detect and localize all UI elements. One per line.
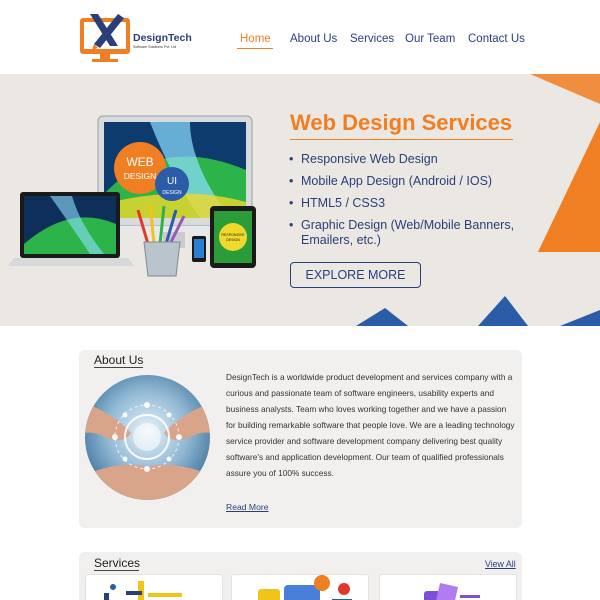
service-tile[interactable]	[85, 574, 223, 600]
service-tile[interactable]	[231, 574, 369, 600]
about-us-image	[85, 375, 210, 500]
ui-design-badge-icon: UI DESIGN	[155, 167, 189, 201]
decor-triangle-orange	[538, 122, 600, 252]
decor-triangle-blue-right	[478, 296, 528, 326]
hero-services-list: Responsive Web Design Mobile App Design …	[289, 152, 519, 255]
decor-triangle-blue-corner	[560, 310, 600, 326]
decor-triangle-orange-top	[530, 74, 600, 104]
svg-text:DESIGN: DESIGN	[162, 190, 182, 196]
services-heading: Services	[94, 556, 141, 570]
about-us-heading-rule	[94, 367, 143, 368]
service-illustration-icon	[258, 575, 352, 600]
service-illustration-icon	[424, 583, 480, 600]
decor-triangle-blue-left	[356, 308, 408, 326]
service-illustration-icon	[104, 581, 182, 600]
hero-bullet: Graphic Design (Web/Mobile Banners, Emai…	[289, 218, 519, 248]
hero-title-rule	[290, 139, 513, 140]
svg-text:RESPONSIVE: RESPONSIVE	[221, 233, 245, 237]
about-us-body: DesignTech is a worldwide product develo…	[226, 372, 515, 478]
hero-bullet: Mobile App Design (Android / IOS)	[289, 174, 519, 189]
svg-text:DESIGN: DESIGN	[226, 238, 240, 242]
nav-item-about-us[interactable]: About Us	[290, 33, 337, 45]
view-all-link[interactable]: View All	[485, 559, 516, 569]
hero-bullet: Responsive Web Design	[289, 152, 519, 167]
service-tile[interactable]	[379, 574, 517, 600]
nav-item-home[interactable]: Home	[240, 33, 271, 45]
svg-text:DESIGN: DESIGN	[124, 171, 157, 181]
nav-active-indicator	[237, 48, 273, 49]
nav-item-services[interactable]: Services	[350, 33, 394, 45]
services-heading-rule	[94, 570, 139, 571]
main-nav: Home About Us Services Our Team Contact …	[0, 33, 600, 53]
svg-text:WEB: WEB	[126, 155, 153, 169]
laptop-icon	[8, 192, 134, 266]
svg-text:UI: UI	[167, 176, 177, 187]
read-more-link[interactable]: Read More	[226, 502, 269, 512]
nav-item-contact-us[interactable]: Contact Us	[468, 33, 525, 45]
hero-title: Web Design Services	[290, 110, 513, 135]
hero-bullet: HTML5 / CSS3	[289, 196, 519, 211]
hands-network-globe-icon	[85, 375, 210, 500]
about-us-heading: About Us	[94, 353, 144, 367]
smartphone-icon	[192, 236, 206, 262]
tablet-icon: RESPONSIVE DESIGN	[210, 206, 256, 268]
hero-banner: WEB DESIGN UI DESIGN RESPONSIVE DESIGN W…	[0, 74, 600, 326]
nav-item-our-team[interactable]: Our Team	[405, 33, 455, 45]
explore-more-button[interactable]: EXPLORE MORE	[290, 262, 421, 288]
site-header: DesignTech Software Solutions Pvt. Ltd H…	[0, 0, 600, 74]
